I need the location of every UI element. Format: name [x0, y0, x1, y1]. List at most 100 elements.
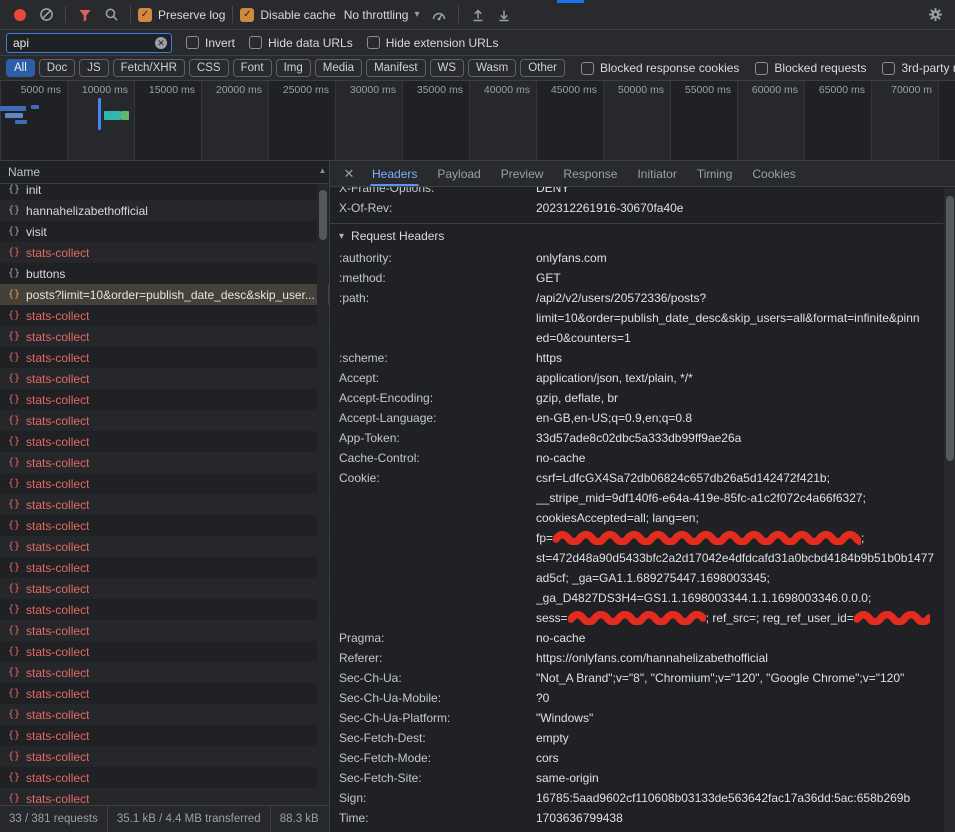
request-row-visit[interactable]: {}visit: [0, 221, 329, 242]
request-row-buttons[interactable]: {}buttons: [0, 263, 329, 284]
header-value: ?0: [536, 688, 943, 708]
timeline-tick-label: 30000 ms: [335, 81, 402, 96]
filter-toggle-button[interactable]: [73, 4, 97, 26]
header-row-time: Time:1703636799438: [330, 808, 943, 828]
export-har-button[interactable]: [492, 4, 516, 26]
type-filter-media[interactable]: Media: [315, 59, 362, 77]
detail-scrollbar[interactable]: [944, 188, 955, 832]
timeline-tick-label: 20000 ms: [201, 81, 268, 96]
request-row-hannahelizabethofficial[interactable]: {}hannahelizabethofficial: [0, 200, 329, 221]
scrollbar-thumb[interactable]: [946, 196, 954, 461]
detail-tabbar: ✕ HeadersPayloadPreviewResponseInitiator…: [330, 161, 955, 187]
tab-payload[interactable]: Payload: [427, 161, 490, 186]
checkbox-label: 3rd-party requests: [901, 61, 955, 75]
request-row-stats-collect[interactable]: {}stats-collect: [0, 494, 329, 515]
tab-initiator[interactable]: Initiator: [627, 161, 686, 186]
request-row-stats-collect[interactable]: {} stats-collect: [0, 242, 329, 263]
braces-icon: {}: [8, 583, 20, 594]
clear-filter-icon[interactable]: ✕: [155, 37, 167, 49]
throttling-dropdown[interactable]: No throttling ▾: [338, 6, 426, 24]
request-row-stats-collect[interactable]: {}stats-collect: [0, 641, 329, 662]
request-row-stats-collect[interactable]: {}stats-collect: [0, 452, 329, 473]
request-row-stats-collect[interactable]: {}stats-collect: [0, 410, 329, 431]
request-row-stats-collect[interactable]: {}stats-collect: [0, 683, 329, 704]
search-button[interactable]: [99, 4, 123, 26]
hide-data-urls-checkbox[interactable]: Hide data URLs: [249, 36, 353, 50]
request-list-scrollbar[interactable]: ▲: [317, 184, 328, 805]
request-name: stats-collect: [26, 729, 89, 743]
braces-icon: {}: [8, 205, 20, 216]
tab-cookies[interactable]: Cookies: [742, 161, 805, 186]
header-value: https://onlyfans.com/hannahelizabethoffi…: [536, 648, 943, 668]
request-name: stats-collect: [26, 246, 89, 260]
import-har-button[interactable]: [466, 4, 490, 26]
request-row-stats-collect[interactable]: {}stats-collect: [0, 725, 329, 746]
checkbox-checked: ✓: [138, 8, 152, 22]
filter-input[interactable]: [13, 36, 151, 50]
close-details-button[interactable]: ✕: [338, 166, 360, 182]
toolbar-divider: [232, 6, 233, 23]
type-filter-other[interactable]: Other: [520, 59, 565, 77]
record-button[interactable]: [8, 4, 32, 26]
request-row-stats-collect[interactable]: {}stats-collect: [0, 431, 329, 452]
request-row-stats-collect[interactable]: {}stats-collect: [0, 767, 329, 788]
type-filter-font[interactable]: Font: [233, 59, 272, 77]
request-row-stats-collect[interactable]: {}stats-collect: [0, 746, 329, 767]
request-row-stats-collect[interactable]: {}stats-collect: [0, 515, 329, 536]
request-headers-section[interactable]: ▾ Request Headers: [330, 223, 943, 248]
request-row-stats-collect[interactable]: {}stats-collect: [0, 389, 329, 410]
request-row-stats-collect[interactable]: {}stats-collect: [0, 473, 329, 494]
detail-tabs: HeadersPayloadPreviewResponseInitiatorTi…: [362, 161, 806, 186]
type-filter-js[interactable]: JS: [79, 59, 108, 77]
clear-button[interactable]: [34, 4, 58, 26]
request-row-stats-collect[interactable]: {}stats-collect: [0, 788, 329, 805]
request-row-init[interactable]: {}init: [0, 184, 329, 200]
overview-timeline[interactable]: 5000 ms10000 ms15000 ms20000 ms25000 ms3…: [0, 81, 955, 161]
request-name: stats-collect: [26, 771, 89, 785]
braces-icon: {}: [8, 688, 20, 699]
disable-cache-checkbox[interactable]: ✓ Disable cache: [240, 8, 335, 22]
request-name: stats-collect: [26, 330, 89, 344]
type-filter-wasm[interactable]: Wasm: [468, 59, 516, 77]
request-headers-list: :authority:onlyfans.com:method:GET:path:…: [330, 248, 943, 828]
tab-response[interactable]: Response: [553, 161, 627, 186]
filter-checkbox-3rd-party-requests[interactable]: 3rd-party requests: [882, 61, 955, 75]
settings-button[interactable]: [923, 4, 947, 26]
braces-icon: {}: [8, 247, 20, 258]
devtools-network-panel: ✓ Preserve log ✓ Disable cache No thrott…: [0, 0, 955, 832]
header-value: onlyfans.com: [536, 248, 943, 268]
request-row-stats-collect[interactable]: {}stats-collect: [0, 536, 329, 557]
type-filter-all[interactable]: All: [6, 59, 35, 77]
request-row-stats-collect[interactable]: {}stats-collect: [0, 326, 329, 347]
invert-checkbox[interactable]: Invert: [186, 36, 235, 50]
request-row-stats-collect[interactable]: {}stats-collect: [0, 662, 329, 683]
type-filter-ws[interactable]: WS: [430, 59, 465, 77]
request-row-stats-collect[interactable]: {}stats-collect: [0, 368, 329, 389]
scrollbar-thumb[interactable]: [319, 190, 327, 240]
tab-timing[interactable]: Timing: [687, 161, 743, 186]
request-row-stats-collect[interactable]: {}stats-collect: [0, 347, 329, 368]
braces-icon: {}: [8, 436, 20, 447]
network-conditions-button[interactable]: [427, 4, 451, 26]
filter-checkbox-blocked-requests[interactable]: Blocked requests: [755, 61, 866, 75]
type-filter-manifest[interactable]: Manifest: [366, 59, 425, 77]
filter-checkbox-blocked-response-cookies[interactable]: Blocked response cookies: [581, 61, 739, 75]
waterfall-bar: [31, 105, 39, 109]
request-row-stats-collect[interactable]: {}stats-collect: [0, 704, 329, 725]
header-row-scheme: :scheme:https: [330, 348, 943, 368]
type-filter-css[interactable]: CSS: [189, 59, 229, 77]
request-row-stats-collect[interactable]: {}stats-collect: [0, 578, 329, 599]
request-row-stats-collect[interactable]: {}stats-collect: [0, 620, 329, 641]
type-filter-img[interactable]: Img: [276, 59, 311, 77]
request-row-posts-limit-10-order-publish-date-desc-s[interactable]: {}posts?limit=10&order=publish_date_desc…: [0, 284, 329, 305]
request-row-stats-collect[interactable]: {}stats-collect: [0, 557, 329, 578]
request-row-stats-collect[interactable]: {}stats-collect: [0, 599, 329, 620]
type-filter-doc[interactable]: Doc: [39, 59, 75, 77]
request-row-stats-collect[interactable]: {}stats-collect: [0, 305, 329, 326]
hide-extension-urls-checkbox[interactable]: Hide extension URLs: [367, 36, 499, 50]
name-column-header[interactable]: Name: [0, 161, 329, 184]
tab-preview[interactable]: Preview: [491, 161, 554, 186]
preserve-log-checkbox[interactable]: ✓ Preserve log: [138, 8, 225, 22]
tab-headers[interactable]: Headers: [362, 161, 427, 186]
type-filter-fetch-xhr[interactable]: Fetch/XHR: [113, 59, 185, 77]
